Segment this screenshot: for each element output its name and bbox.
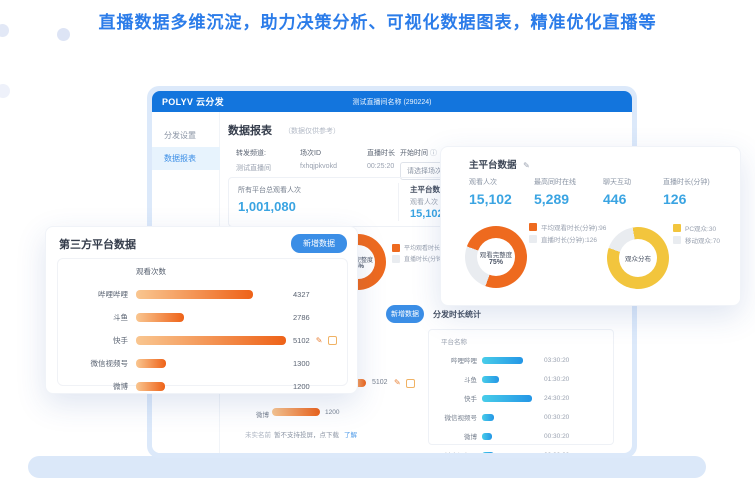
field-duration-value: 00:25:20 bbox=[367, 163, 395, 170]
inline-views-value: 15,102 bbox=[410, 208, 444, 220]
donut-center-label: 观众分布 bbox=[625, 253, 651, 263]
fragment-value: 5102 bbox=[372, 379, 388, 386]
legend-item: 平均观看时长(分钟):96 bbox=[529, 222, 606, 232]
field-session-id-value: fxhqjpkvokd bbox=[300, 163, 337, 170]
page-headline: 直播数据多维沉淀，助力决策分析、可视化数据图表，精准优化直播等 bbox=[0, 8, 755, 33]
duration-row: 快手 24:30:20 bbox=[437, 393, 605, 403]
donut-center-value: 75% bbox=[489, 259, 503, 266]
field-duration: 直播时长 00:25:20 bbox=[367, 148, 395, 170]
legend-swatch bbox=[392, 244, 400, 252]
field-channel: 转发频道: 测试直播间 bbox=[236, 148, 271, 173]
bar bbox=[136, 382, 165, 391]
bar-row: 微信视频号 1300 bbox=[66, 358, 339, 369]
duration-bar bbox=[482, 376, 499, 383]
tab-duration-stats[interactable]: 分发时长统计 bbox=[433, 309, 481, 320]
stat-chat: 聊天互动 446 bbox=[603, 177, 631, 207]
brand-logo: POLYV 云分发 bbox=[162, 95, 224, 108]
session-select-value: 请选择场次 bbox=[407, 166, 442, 176]
duration-bar bbox=[482, 452, 494, 454]
duration-row: 哔哩哔哩 03:30:20 bbox=[437, 355, 605, 365]
legend-item: PC观众:30 bbox=[673, 223, 716, 233]
stat-views: 观看人次 15,102 bbox=[469, 177, 512, 207]
donut-center-label: 观看完整度 bbox=[480, 249, 513, 259]
page-title: 数据报表 bbox=[228, 122, 272, 138]
add-data-button[interactable]: 新增数据 bbox=[386, 305, 424, 323]
footer-muted-text: 未实名前 bbox=[245, 429, 271, 439]
duration-bar bbox=[482, 433, 492, 440]
main-platform-card: 主平台数据 ✎ 观看人次 15,102 最高同时在线 5,289 聊天互动 44… bbox=[440, 146, 741, 306]
legend-swatch bbox=[392, 255, 400, 263]
duration-bar bbox=[482, 414, 494, 421]
page-title-note: （数据仅供参考） bbox=[284, 126, 340, 136]
duration-bar bbox=[482, 395, 532, 402]
duration-panel: 平台名称 哔哩哔哩 03:30:20 斗鱼 01:30:20 快手 24:30:… bbox=[428, 329, 614, 445]
bottom-decor-strip bbox=[28, 456, 706, 478]
confirm-icon[interactable] bbox=[328, 336, 337, 345]
footer-link[interactable]: 了解 bbox=[344, 429, 357, 439]
audience-donut: 观众分布 bbox=[607, 227, 669, 289]
duration-bar bbox=[482, 357, 523, 364]
main-platform-card-title: 主平台数据 bbox=[469, 160, 517, 171]
legend-swatch bbox=[673, 224, 681, 232]
third-party-card-title: 第三方平台数据 bbox=[59, 236, 136, 252]
duration-row: 微信视频号 00:30:20 bbox=[437, 412, 605, 422]
edit-icon[interactable]: ✎ bbox=[316, 336, 323, 345]
total-views-value: 1,001,080 bbox=[238, 199, 296, 214]
info-icon: ⓘ bbox=[430, 150, 437, 157]
edit-icon[interactable]: ✎ bbox=[394, 378, 401, 387]
bar bbox=[136, 290, 253, 299]
bar-row: 微博 1200 bbox=[66, 381, 339, 392]
weibo-row-label: 微博 bbox=[256, 409, 269, 419]
inline-views-label: 观看人次 bbox=[410, 197, 438, 207]
legend-swatch bbox=[673, 236, 681, 244]
deco-dot bbox=[0, 84, 10, 98]
legend-swatch bbox=[529, 223, 537, 231]
field-channel-value: 测试直播间 bbox=[236, 163, 271, 173]
completion-donut: 观看完整度 75% bbox=[465, 226, 527, 288]
weibo-bar bbox=[272, 408, 320, 416]
stat-peak-online: 最高同时在线 5,289 bbox=[534, 177, 576, 207]
field-session-id-label: 场次ID bbox=[300, 148, 337, 158]
duration-row: 抖音视频号 00:30:20 bbox=[437, 450, 605, 453]
legend-item: 移动观众:70 bbox=[673, 235, 720, 245]
legend-swatch bbox=[529, 235, 537, 243]
field-duration-label: 直播时长 bbox=[367, 148, 395, 158]
page: 直播数据多维沉淀，助力决策分析、可视化数据图表，精准优化直播等 测试直播间名称 … bbox=[0, 0, 755, 492]
third-party-card: 第三方平台数据 新增数据 观看次数 哔哩哔哩 4327 斗鱼 2786 快手 5… bbox=[45, 226, 358, 394]
add-data-button[interactable]: 新增数据 bbox=[291, 234, 347, 253]
duration-panel-header: 平台名称 bbox=[441, 336, 605, 346]
bar bbox=[136, 336, 286, 345]
bar-row: 斗鱼 2786 bbox=[66, 312, 339, 323]
weibo-row-value: 1200 bbox=[325, 409, 339, 416]
dashboard-topbar: 测试直播间名称 (290224) POLYV 云分发 bbox=[152, 91, 632, 112]
duration-row: 斗鱼 01:30:20 bbox=[437, 374, 605, 384]
third-party-chart: 观看次数 哔哩哔哩 4327 斗鱼 2786 快手 5102 ✎ 微信视频号 bbox=[57, 258, 348, 386]
chart-title: 观看次数 bbox=[136, 266, 339, 277]
bar bbox=[136, 359, 166, 368]
duration-row: 微博 00:30:20 bbox=[437, 431, 605, 441]
footer-text: 暂不支持投屏，点下载 bbox=[274, 429, 339, 439]
bar-row: 快手 5102 ✎ bbox=[66, 335, 339, 346]
sidebar-item-distribution-settings[interactable]: 分发设置 bbox=[152, 124, 220, 147]
field-session-id: 场次ID fxhqjpkvokd bbox=[300, 148, 337, 170]
divider bbox=[398, 183, 399, 221]
edit-icon[interactable]: ✎ bbox=[523, 161, 530, 170]
room-title: 测试直播间名称 (290224) bbox=[152, 97, 632, 107]
field-start-time-label: 开始时间 bbox=[400, 150, 428, 157]
stat-duration: 直播时长(分钟) 126 bbox=[663, 177, 710, 207]
bar-row: 哔哩哔哩 4327 bbox=[66, 289, 339, 300]
legend-item: 直播时长(分钟):126 bbox=[529, 234, 597, 244]
bar bbox=[136, 313, 184, 322]
total-views-label: 所有平台总观看人次 bbox=[238, 185, 301, 195]
sidebar-item-data-report[interactable]: 数据报表 bbox=[152, 147, 220, 170]
confirm-icon[interactable] bbox=[406, 379, 415, 388]
field-channel-label: 转发频道: bbox=[236, 148, 271, 158]
